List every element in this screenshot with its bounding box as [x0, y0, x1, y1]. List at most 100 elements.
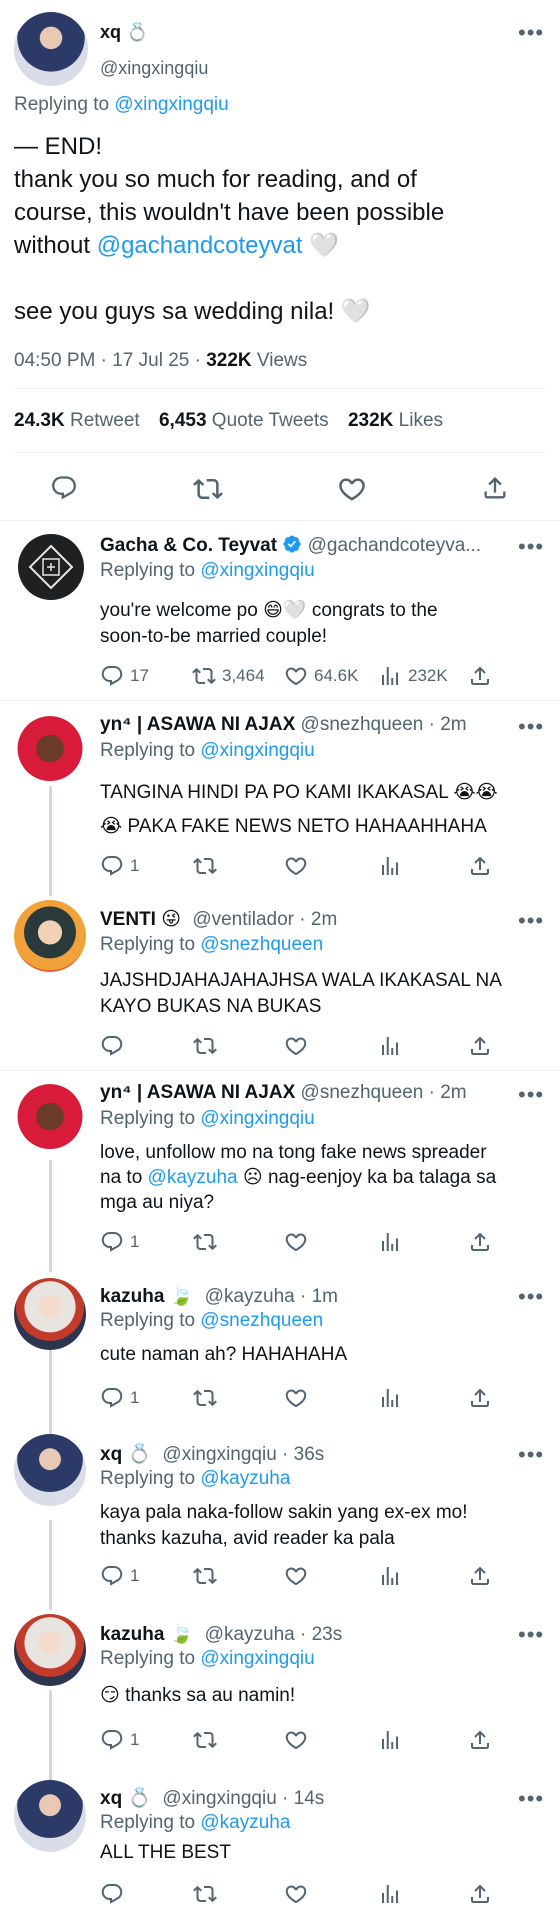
reply-button[interactable] — [100, 1034, 124, 1058]
main-tweet-author[interactable]: xq 💍 — [100, 22, 148, 43]
like-button[interactable] — [284, 854, 308, 878]
share-button[interactable] — [468, 854, 492, 878]
like-button[interactable] — [284, 1882, 308, 1906]
reply-handle[interactable]: @kayzuha · 23s — [205, 1624, 343, 1645]
more-dots-icon[interactable]: ••• — [518, 910, 544, 932]
share-button[interactable] — [468, 1034, 492, 1058]
reply-button[interactable] — [50, 474, 78, 502]
retweet-button[interactable] — [193, 1564, 217, 1588]
replying-to-mention[interactable]: @xingxingqiu — [200, 740, 314, 761]
reply-button[interactable]: 1 — [100, 1230, 139, 1254]
like-button[interactable] — [284, 1728, 308, 1752]
more-dots-icon[interactable]: ••• — [518, 22, 544, 44]
replying-to-mention[interactable]: @kayzuha — [200, 1812, 290, 1833]
more-dots-icon[interactable]: ••• — [518, 536, 544, 558]
more-dots-icon[interactable]: ••• — [518, 1084, 544, 1106]
like-button[interactable]: 64.6K — [284, 664, 358, 688]
share-button[interactable] — [468, 1230, 492, 1254]
retweet-button[interactable] — [193, 854, 217, 878]
retweet-button[interactable] — [193, 1728, 217, 1752]
reply-button[interactable]: 1 — [100, 1386, 139, 1410]
more-dots-icon[interactable]: ••• — [518, 1286, 544, 1308]
retweet-button[interactable]: 3,464 — [192, 664, 265, 688]
reply-author-name[interactable]: xq — [100, 1788, 122, 1809]
reply-avatar[interactable] — [14, 714, 86, 786]
reply-author-name[interactable]: kazuha — [100, 1624, 164, 1645]
like-button[interactable] — [284, 1564, 308, 1588]
reply-handle[interactable]: @snezhqueen · 2m — [301, 714, 467, 735]
tweet-mention[interactable]: @gachandcoteyvat — [97, 232, 303, 259]
more-dots-icon[interactable]: ••• — [518, 1624, 544, 1646]
views-button[interactable] — [378, 1230, 402, 1254]
reply-handle[interactable]: @snezhqueen · 2m — [301, 1082, 467, 1103]
views-icon — [378, 1564, 402, 1588]
retweet-button[interactable] — [193, 1882, 217, 1906]
like-button[interactable] — [337, 474, 367, 504]
retweet-button[interactable] — [193, 474, 223, 504]
reply-author-name[interactable]: Gacha & Co. Teyvat — [100, 535, 277, 556]
views-button[interactable] — [378, 1564, 402, 1588]
replying-to-mention[interactable]: @kayzuha — [200, 1468, 290, 1489]
retweet-button[interactable] — [193, 1230, 217, 1254]
reply-handle[interactable]: @xingxingqiu · 14s — [162, 1788, 324, 1809]
share-button[interactable] — [468, 664, 492, 688]
reply-button[interactable]: 1 — [100, 1564, 139, 1588]
reply-avatar[interactable] — [14, 1434, 86, 1506]
views-button[interactable] — [378, 1882, 402, 1906]
more-dots-icon[interactable]: ••• — [518, 1788, 544, 1810]
reply-author-name[interactable]: yn⁴ | ASAWA NI AJAX — [100, 1082, 295, 1103]
author-handle[interactable]: @xingxingqiu — [100, 58, 208, 79]
reply-author-name[interactable]: kazuha — [100, 1286, 164, 1307]
views-button[interactable] — [378, 1386, 402, 1410]
share-button[interactable] — [468, 1882, 492, 1906]
reply-text-part: ☹ nag-eenjoy ka ba talaga sa — [242, 1167, 497, 1188]
reply-handle[interactable]: @xingxingqiu · 36s — [162, 1444, 324, 1465]
views-button[interactable]: 232K — [378, 664, 448, 688]
replying-to-mention[interactable]: @xingxingqiu — [114, 94, 228, 115]
retweet-button[interactable] — [193, 1034, 217, 1058]
reply-avatar[interactable] — [14, 1082, 86, 1154]
reply-avatar[interactable] — [18, 534, 84, 600]
like-button[interactable] — [284, 1230, 308, 1254]
share-button[interactable] — [468, 1564, 492, 1588]
reply-handle[interactable]: @kayzuha · 1m — [205, 1286, 338, 1307]
more-dots-icon[interactable]: ••• — [518, 1444, 544, 1466]
reply-author-name[interactable]: VENTI — [100, 909, 156, 930]
reply-button[interactable]: 1 — [100, 1728, 139, 1752]
reply-handle[interactable]: @ventilador · 2m — [192, 909, 337, 930]
more-dots-icon[interactable]: ••• — [518, 716, 544, 738]
reply-mention[interactable]: @kayzuha — [148, 1167, 238, 1188]
replying-to-mention[interactable]: @xingxingqiu — [200, 560, 314, 581]
views-button[interactable] — [378, 1728, 402, 1752]
tweet-timestamp[interactable]: 04:50 PM · 17 Jul 25 · — [14, 350, 201, 371]
reply-author-name[interactable]: yn⁴ | ASAWA NI AJAX — [100, 714, 295, 735]
replying-to-mention[interactable]: @snezhqueen — [200, 934, 323, 955]
share-button[interactable] — [468, 1386, 492, 1410]
reply-button[interactable] — [100, 1882, 124, 1906]
retweet-stat[interactable]: 24.3K Retweet — [14, 410, 145, 431]
heart-icon — [284, 854, 308, 878]
reply-button[interactable]: 17 — [100, 664, 149, 688]
reply-avatar[interactable] — [14, 1614, 86, 1686]
views-icon — [378, 1728, 402, 1752]
replying-to-mention[interactable]: @snezhqueen — [200, 1310, 323, 1331]
reply-author-name[interactable]: xq — [100, 1444, 122, 1465]
share-button[interactable] — [468, 1728, 492, 1752]
main-tweet-avatar[interactable] — [14, 12, 88, 86]
reply-handle[interactable]: @gachandcoteyva... — [308, 535, 482, 556]
replying-to-mention[interactable]: @xingxingqiu — [200, 1108, 314, 1129]
share-button[interactable] — [481, 474, 509, 502]
reply-avatar[interactable] — [14, 900, 86, 972]
reply-avatar[interactable] — [14, 1278, 86, 1350]
replying-to-mention[interactable]: @xingxingqiu — [200, 1648, 314, 1669]
views-button[interactable] — [378, 854, 402, 878]
views-button[interactable] — [378, 1034, 402, 1058]
like-button[interactable] — [284, 1386, 308, 1410]
retweet-button[interactable] — [193, 1386, 217, 1410]
likes-stat[interactable]: 232K Likes — [348, 410, 443, 431]
quote-stat[interactable]: 6,453 Quote Tweets — [159, 410, 334, 431]
reply-avatar[interactable] — [14, 1780, 86, 1852]
like-button[interactable] — [284, 1034, 308, 1058]
reply-button[interactable]: 1 — [100, 854, 139, 878]
reply-body: 😏 thanks sa au namin! — [100, 1684, 295, 1707]
